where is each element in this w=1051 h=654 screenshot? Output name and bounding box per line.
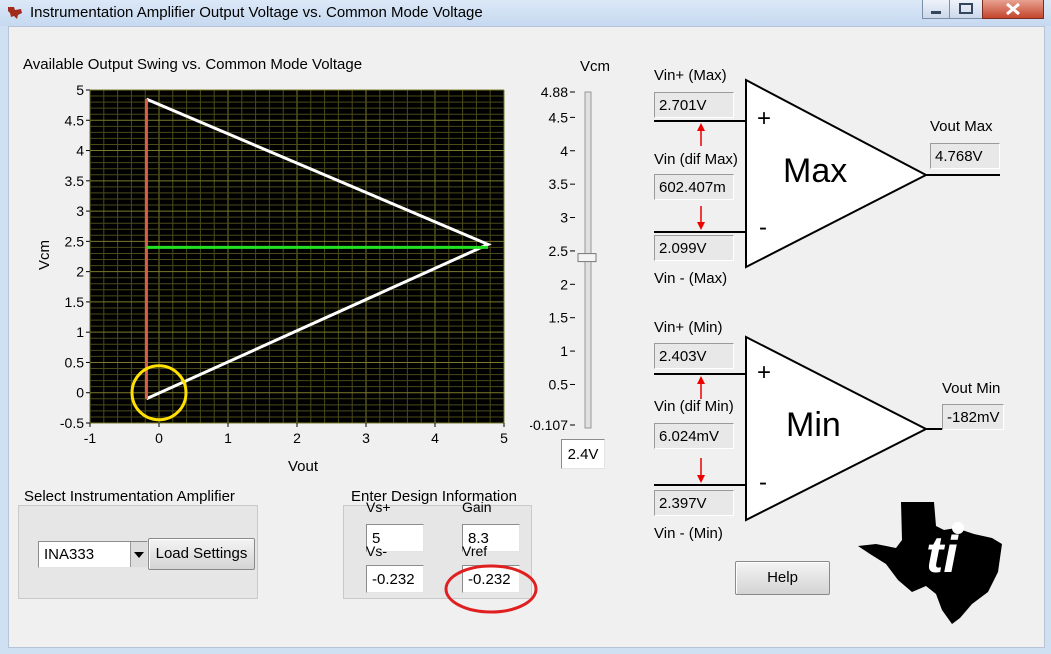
max-minus-sign: -: [759, 214, 767, 241]
slider-tick-label: 3.5: [549, 176, 569, 192]
x-tick-label: 2: [293, 430, 301, 446]
min-minus-sign: -: [759, 469, 767, 496]
app-icon: [8, 7, 22, 19]
y-tick-label: 1.5: [65, 294, 85, 310]
minimize-icon: [931, 11, 941, 14]
slider-min-label: -0.107: [530, 417, 568, 433]
y-tick-label: 4.5: [65, 112, 85, 128]
slider-tick-label: 1: [560, 343, 568, 359]
max-amp-label: Max: [783, 152, 848, 190]
slider-thumb[interactable]: [577, 253, 597, 263]
select-amp-label: Select Instrumentation Amplifier: [24, 488, 235, 505]
vref-highlight-circle: [444, 564, 538, 614]
chevron-down-icon[interactable]: [130, 542, 147, 567]
ti-texas-logo-icon: ti: [858, 502, 1002, 624]
amplifier-select-value: INA333: [44, 546, 95, 563]
vref-label: Vref: [462, 543, 488, 559]
maximize-button[interactable]: [949, 0, 983, 19]
vout-max-label: Vout Max: [930, 118, 993, 135]
y-tick-label: 2.5: [65, 233, 85, 249]
close-icon: [1006, 2, 1020, 16]
slider-max-label: 4.88: [541, 84, 568, 100]
svg-text:ti: ti: [926, 526, 959, 584]
slider-tick-label: 3: [560, 210, 568, 226]
x-tick-label: 1: [224, 430, 232, 446]
vs-minus-input[interactable]: -0.232: [366, 565, 424, 593]
close-button[interactable]: [982, 0, 1044, 19]
output-swing-chart: 5 4.5 4 3.5 3 2.5 2 1.5 1 0.5 0 -0.5 -1 0 1 2 3 4 5: [60, 82, 508, 446]
x-tick-label: 4: [431, 430, 439, 446]
slider-label: Vcm: [580, 58, 610, 75]
y-tick-label: 2: [76, 264, 84, 280]
y-tick-label: 3: [76, 203, 84, 219]
min-plus-sign: +: [757, 359, 772, 386]
vcm-value-field[interactable]: 2.4V: [561, 439, 605, 469]
slider-tick-label: 4: [560, 143, 568, 159]
x-tick-label: 3: [362, 430, 370, 446]
y-tick-label: -0.5: [60, 415, 84, 431]
min-amp-label: Min: [786, 406, 841, 444]
vin-minus-min-label: Vin - (Min): [654, 525, 723, 542]
x-axis-label: Vout: [288, 458, 319, 475]
y-ticks: 5 4.5 4 3.5 3 2.5 2 1.5 1 0.5 0 -0.5: [60, 82, 90, 431]
slider-ticks: 4.88 4.5 4 3.5 3 2.5 2 1.5 1 0.5 -0.107: [530, 84, 575, 433]
slider-tick-label: 0.5: [549, 376, 569, 392]
window-title: Instrumentation Amplifier Output Voltage…: [30, 4, 483, 21]
vs-plus-label: Vs+: [366, 499, 391, 515]
y-tick-label: 4: [76, 143, 84, 159]
y-tick-label: 0: [76, 385, 84, 401]
vout-min-label: Vout Min: [942, 380, 1001, 397]
y-tick-label: 1: [76, 324, 84, 340]
help-button[interactable]: Help: [735, 561, 830, 595]
title-bar: Instrumentation Amplifier Output Voltage…: [0, 0, 1051, 26]
minimize-button[interactable]: [922, 0, 950, 19]
x-tick-label: -1: [84, 430, 97, 446]
vout-min-value: -182mV: [942, 404, 1004, 430]
y-tick-label: 3.5: [65, 173, 85, 189]
y-tick-label: 0.5: [65, 354, 85, 370]
vs-minus-label: Vs-: [366, 543, 387, 559]
slider-tick-label: 4.5: [549, 109, 569, 125]
vin-minus-max-label: Vin - (Max): [654, 270, 728, 287]
gain-label: Gain: [462, 499, 492, 515]
x-tick-label: 0: [155, 430, 163, 446]
chart-grid: [89, 89, 505, 424]
x-ticks: -1 0 1 2 3 4 5: [84, 423, 508, 446]
vcm-slider[interactable]: 4.88 4.5 4 3.5 3 2.5 2 1.5 1 0.5 -0.107: [530, 80, 610, 440]
y-tick-label: 5: [76, 82, 84, 98]
max-plus-sign: +: [757, 105, 772, 132]
slider-tick-label: 2: [560, 276, 568, 292]
load-settings-button[interactable]: Load Settings: [148, 538, 255, 570]
maximize-icon: [959, 3, 973, 14]
slider-thumb-grip: [577, 253, 597, 263]
slider-tick-label: 1.5: [549, 310, 569, 326]
vout-max-value: 4.768V: [930, 143, 1000, 169]
amplifier-select[interactable]: INA333: [38, 541, 148, 568]
x-tick-label: 5: [500, 430, 508, 446]
graph-title: Available Output Swing vs. Common Mode V…: [23, 56, 363, 73]
y-axis-label: Vcm: [36, 240, 53, 270]
slider-tick-label: 2.5: [549, 243, 569, 259]
